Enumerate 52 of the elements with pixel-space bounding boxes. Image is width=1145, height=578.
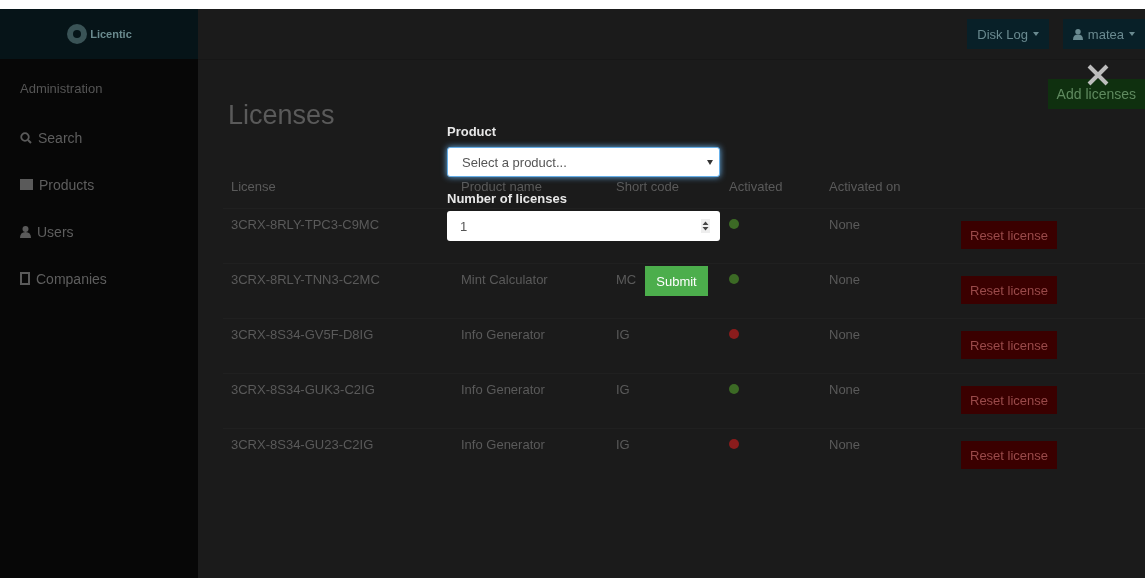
dropdown-button[interactable]: Disk Log <box>967 19 1049 49</box>
submit-button[interactable]: Submit <box>645 266 708 296</box>
column-header: Short code <box>616 179 680 194</box>
table-cell-text: 3CRX-8RLY-TPC3-C9MC <box>231 217 381 232</box>
table-cell: IG <box>616 327 630 342</box>
table-cell: IG <box>616 382 630 397</box>
building-icon <box>20 272 30 285</box>
table-cell: MC <box>616 272 637 287</box>
table-cell: Info Generator <box>461 437 545 452</box>
spinner-icon[interactable] <box>701 219 710 233</box>
table-cell-text: None <box>829 272 862 287</box>
reset-license-button[interactable]: Reset license <box>961 386 1058 414</box>
sidebar-item[interactable]: Companies <box>0 255 198 302</box>
reset-license-button[interactable]: Reset license <box>961 276 1058 304</box>
caret-icon <box>1129 32 1135 36</box>
reset-license-button[interactable]: Reset license <box>961 441 1058 469</box>
sidebar-item[interactable]: Search <box>0 114 198 161</box>
table-cell-text: None <box>829 382 862 397</box>
sidebar-item[interactable]: Products <box>0 161 198 208</box>
table-cell: Mint Calculator <box>461 272 548 287</box>
section-heading: Administration <box>19 80 104 98</box>
column-header: License <box>231 179 277 194</box>
field-label: Number of licenses <box>447 191 567 206</box>
table-cell-text: 3CRX-8RLY-TNN3-C2MC <box>231 272 381 287</box>
sidebar-item[interactable]: Users <box>0 208 198 255</box>
user-icon <box>20 225 31 238</box>
table-cell: Info Generator <box>461 327 545 342</box>
table-cell-text: 3CRX-8S34-GV5F-D8IG <box>231 327 375 342</box>
logo-text: Licentic <box>90 28 132 40</box>
table-cell: Info Generator <box>461 382 545 397</box>
column-header: Product name <box>461 179 543 194</box>
reset-license-button[interactable]: Reset license <box>961 221 1058 249</box>
add-licenses-button[interactable]: Add licenses <box>1047 79 1145 109</box>
dropdown-button[interactable]: matea <box>1062 19 1145 49</box>
column-header: Activated on <box>829 179 902 194</box>
page-title: Licenses <box>228 100 335 131</box>
field-label: Product <box>447 124 497 139</box>
column-header: Activated <box>729 179 784 194</box>
user-icon <box>1072 28 1083 40</box>
table-cell-text: None <box>829 327 862 342</box>
product-select[interactable]: Select a product... <box>447 147 720 177</box>
caret-icon <box>1032 32 1039 36</box>
reset-license-button[interactable]: Reset license <box>961 331 1058 359</box>
table-cell: IG <box>616 437 630 452</box>
table-cell-text: 3CRX-8S34-GUK3-C2IG <box>231 382 376 397</box>
table-cell-text: 3CRX-8S34-GU23-C2IG <box>231 437 375 452</box>
table-cell-text: None <box>829 437 862 452</box>
dropdown-arrow-icon <box>707 159 713 165</box>
search-icon <box>20 131 32 144</box>
number-input[interactable]: 1 <box>447 211 720 241</box>
table-cell-text: None <box>829 217 862 232</box>
close-icon[interactable] <box>1087 64 1109 86</box>
